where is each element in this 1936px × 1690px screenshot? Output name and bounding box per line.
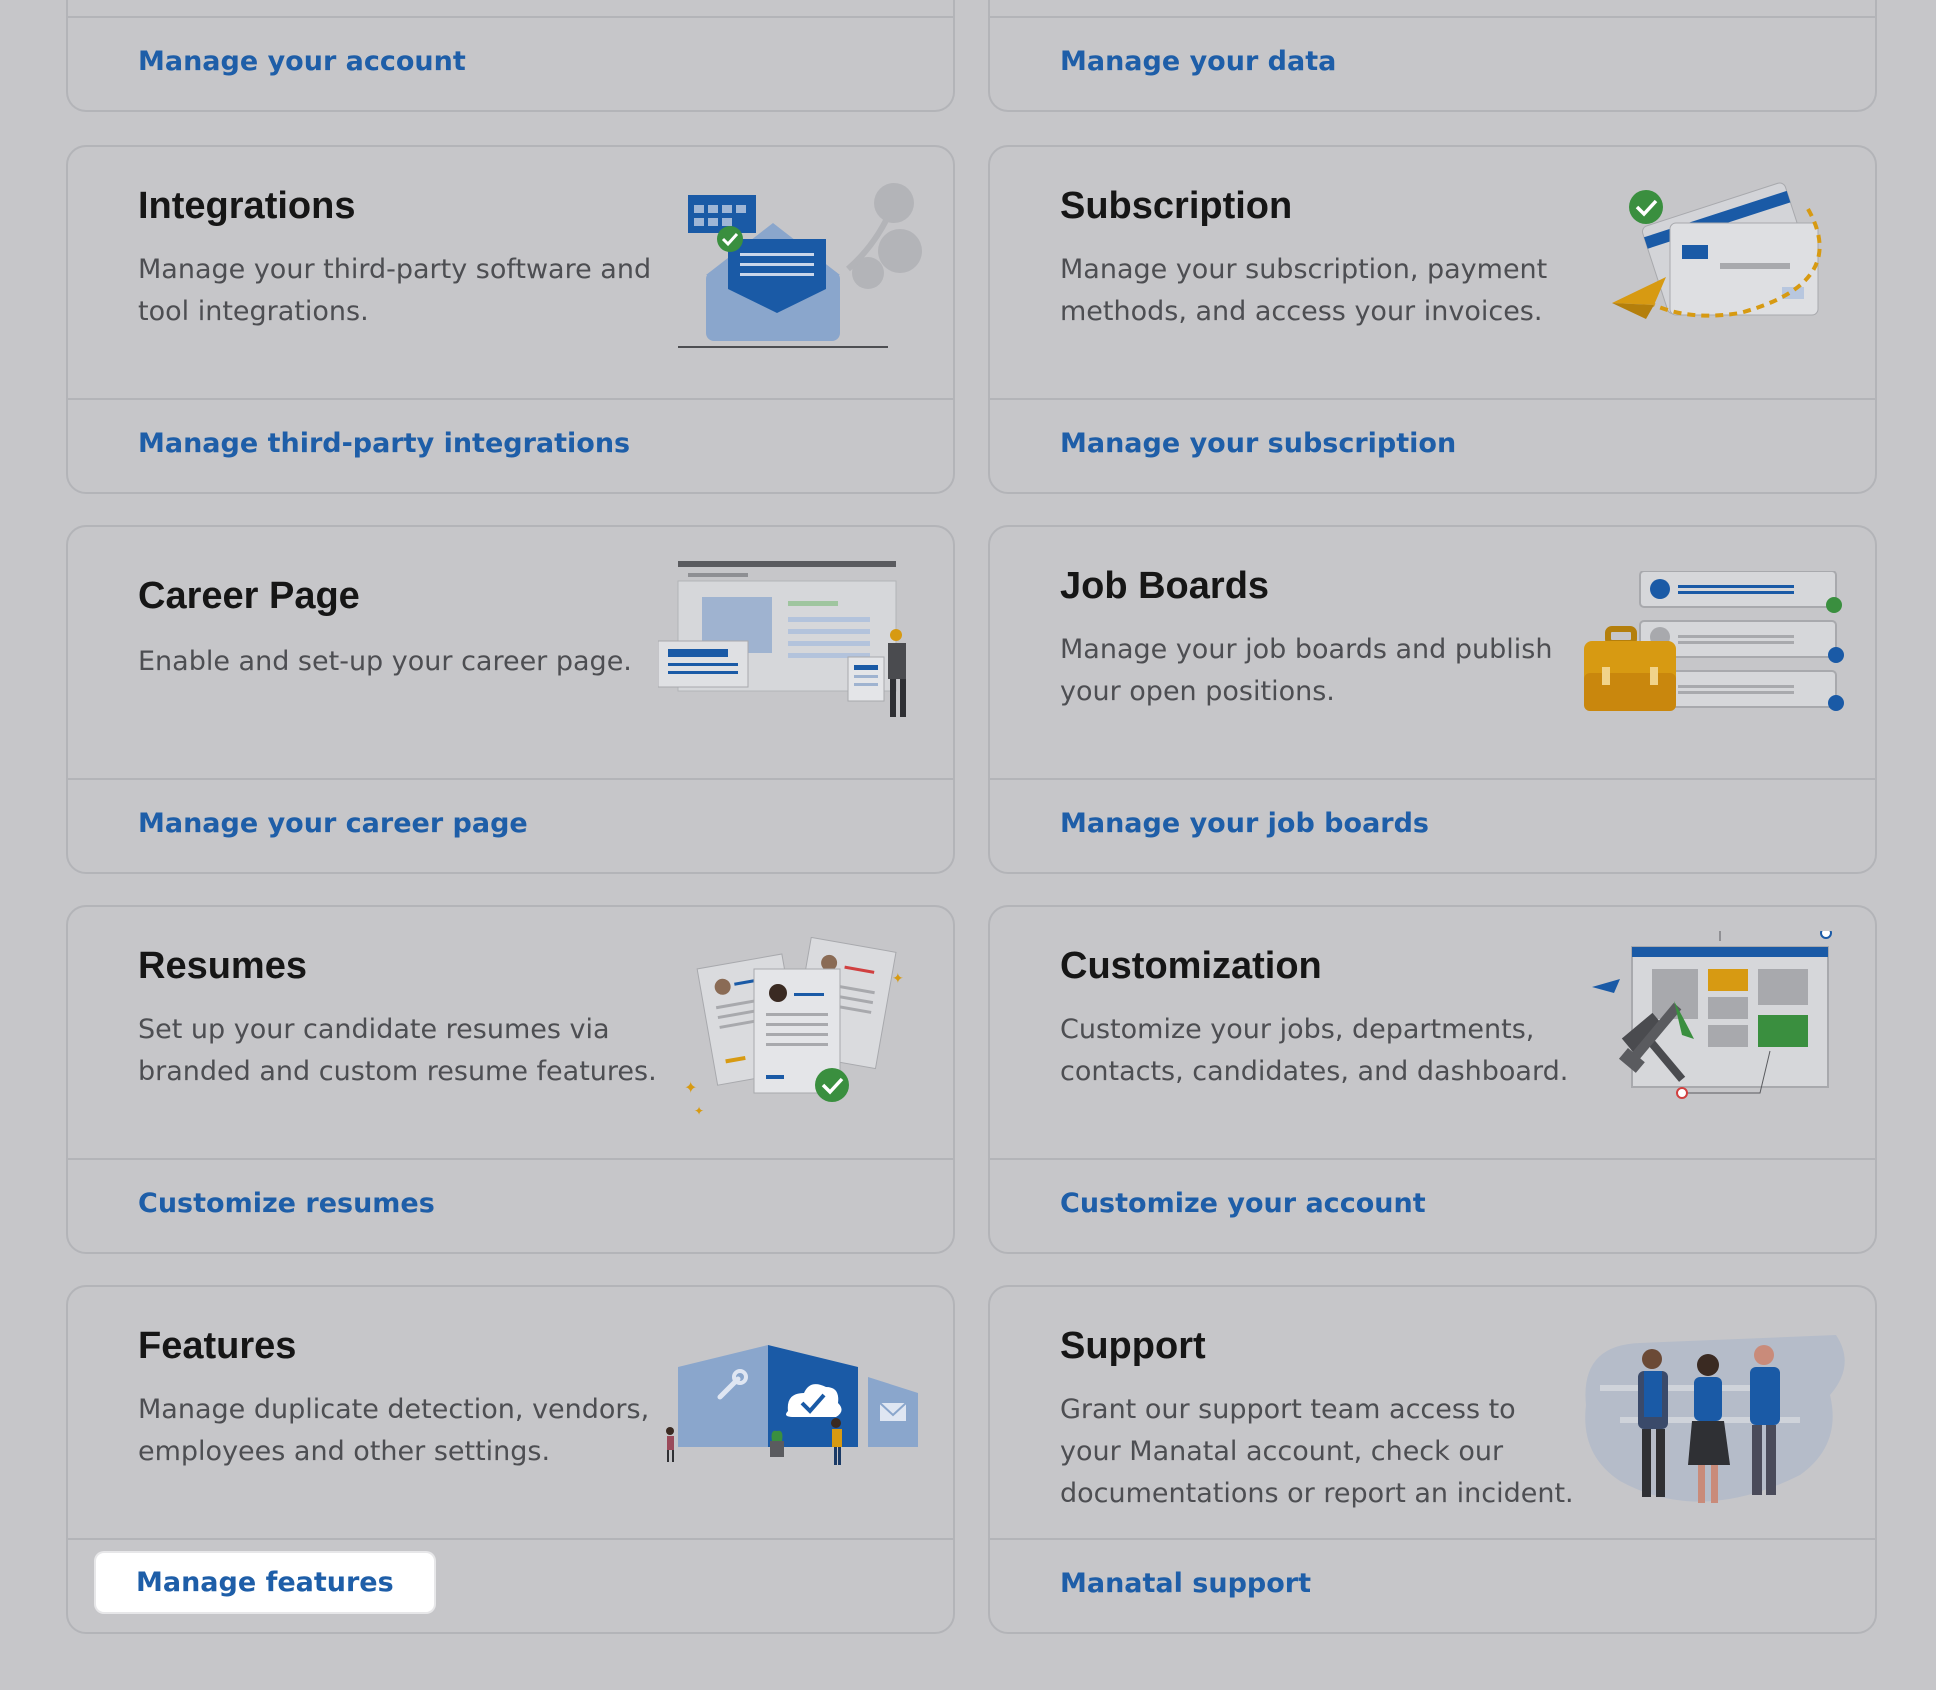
features-card: Features Manage duplicate detection, ven… <box>66 1285 955 1634</box>
card-description: Manage your subscription, payment method… <box>1060 254 1548 327</box>
support-card: Support Grant our support team access to… <box>988 1285 1877 1634</box>
job-boards-illustration <box>1584 571 1844 711</box>
career-page-illustration <box>658 561 906 717</box>
card-title: Job Boards <box>1060 565 1270 607</box>
svg-text:✦: ✦ <box>684 1078 697 1097</box>
card-title: Career Page <box>138 575 360 617</box>
card-description: Grant our support team access to your Ma… <box>1060 1394 1574 1509</box>
manage-data-link[interactable]: Manage your data <box>1060 46 1336 77</box>
career-page-card: Career Page Enable and set-up your caree… <box>66 525 955 874</box>
customize-account-link[interactable]: Customize your account <box>1060 1188 1426 1219</box>
data-card: Manage your data <box>988 0 1877 112</box>
svg-text:✦: ✦ <box>694 1104 704 1118</box>
settings-page: Manage your account Manage your data Int… <box>0 0 1936 1690</box>
card-description: Enable and set-up your career page. <box>138 646 632 677</box>
subscription-card: Subscription Manage your subscription, p… <box>988 145 1877 494</box>
resumes-illustration: ✦ ✦ ✦ <box>684 937 904 1118</box>
customize-resumes-link[interactable]: Customize resumes <box>138 1188 435 1219</box>
manatal-support-link[interactable]: Manatal support <box>1060 1568 1311 1599</box>
card-title: Features <box>138 1325 297 1367</box>
job-boards-card: Job Boards Manage your job boards and pu… <box>988 525 1877 874</box>
manage-integrations-link[interactable]: Manage third-party integrations <box>138 428 630 459</box>
card-title: Resumes <box>138 945 307 987</box>
customization-illustration <box>1592 931 1832 1099</box>
manage-features-link[interactable]: Manage features <box>96 1553 434 1612</box>
card-description: Manage your job boards and publish your … <box>1060 634 1553 707</box>
card-description: Manage duplicate detection, vendors, emp… <box>138 1394 650 1467</box>
card-description: Manage your third-party software and too… <box>138 254 652 327</box>
features-building-illustration <box>666 1345 918 1465</box>
card-description: Set up your candidate resumes via brande… <box>138 1014 657 1087</box>
card-title: Subscription <box>1060 185 1293 227</box>
resumes-card: Resumes Set up your candidate resumes vi… <box>66 905 955 1254</box>
svg-text:✦: ✦ <box>892 971 904 987</box>
subscription-card-illustration <box>1612 182 1822 319</box>
manage-account-link[interactable]: Manage your account <box>138 46 466 77</box>
support-team-illustration <box>1585 1335 1845 1503</box>
manage-career-page-link[interactable]: Manage your career page <box>138 808 528 839</box>
integrations-card: Integrations Manage your third-party sof… <box>66 145 955 494</box>
card-title: Integrations <box>138 185 356 227</box>
card-description: Customize your jobs, departments, contac… <box>1060 1014 1569 1087</box>
integrations-envelope-illustration <box>678 183 922 348</box>
card-title: Support <box>1060 1325 1206 1367</box>
card-title: Customization <box>1060 945 1322 987</box>
manage-job-boards-link[interactable]: Manage your job boards <box>1060 808 1429 839</box>
manage-subscription-link[interactable]: Manage your subscription <box>1060 428 1456 459</box>
customization-card: Customization Customize your jobs, depar… <box>988 905 1877 1254</box>
account-card: Manage your account <box>66 0 955 112</box>
